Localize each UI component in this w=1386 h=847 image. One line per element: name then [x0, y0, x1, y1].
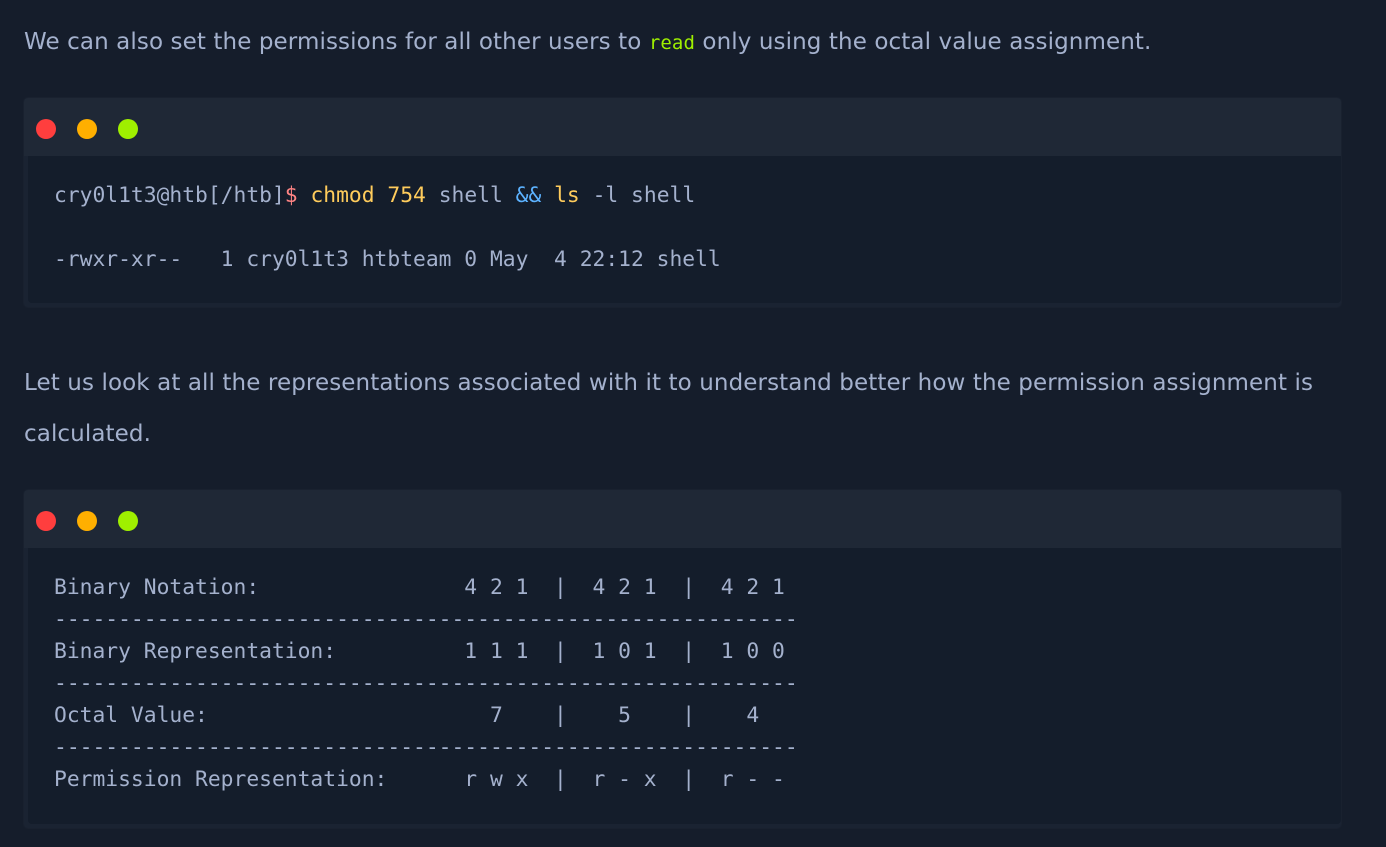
terminal-body: cry0l1t3@htb[/htb]$ chmod 754 shell && l…: [28, 156, 1341, 303]
command-output: -rwxr-xr-- 1 cry0l1t3 htbteam 0 May 4 22…: [54, 247, 721, 272]
table-line-binary-notation: Binary Notation: 4 2 1 | 4 2 1 | 4 2 1: [54, 575, 785, 600]
explanation-paragraph: Let us look at all the representations a…: [24, 370, 1314, 447]
prompt-dollar: $: [284, 183, 298, 208]
table-separator: ----------------------------------------…: [54, 671, 798, 696]
terminal-content: cry0l1t3@htb[/htb]$ chmod 754 shell && l…: [54, 180, 721, 276]
table-line-permission-representation: Permission Representation: r w x | r - x…: [54, 767, 785, 792]
intro-text-before: We can also set the permissions for all …: [24, 29, 649, 55]
table-separator: ----------------------------------------…: [54, 607, 798, 632]
window-close-dot-icon: [36, 119, 56, 139]
intro-text-after: only using the octal value assignment.: [694, 29, 1152, 55]
command-line: cry0l1t3@htb[/htb]$ chmod 754 shell && l…: [54, 183, 695, 208]
intro-paragraph: We can also set the permissions for all …: [24, 17, 1324, 69]
window-minimize-dot-icon: [77, 119, 97, 139]
table-line-octal-value: Octal Value: 7 | 5 | 4: [54, 703, 760, 728]
window-close-dot-icon: [36, 511, 56, 531]
window-minimize-dot-icon: [77, 511, 97, 531]
terminal-body: Binary Notation: 4 2 1 | 4 2 1 | 4 2 1 -…: [28, 548, 1341, 824]
command-arg-shell: shell: [438, 183, 503, 208]
inline-code-read: read: [648, 32, 695, 54]
terminal-block-permission-table: Binary Notation: 4 2 1 | 4 2 1 | 4 2 1 -…: [24, 490, 1341, 828]
table-separator: ----------------------------------------…: [54, 735, 798, 760]
command-chmod: chmod: [310, 183, 375, 208]
command-mode-value: 754: [387, 183, 426, 208]
window-maximize-dot-icon: [118, 511, 138, 531]
command-ls: ls: [554, 183, 580, 208]
terminal-block-chmod: cry0l1t3@htb[/htb]$ chmod 754 shell && l…: [24, 98, 1341, 307]
table-line-binary-representation: Binary Representation: 1 1 1 | 1 0 1 | 1…: [54, 639, 785, 664]
terminal-titlebar: [24, 490, 1341, 548]
permission-table: Binary Notation: 4 2 1 | 4 2 1 | 4 2 1 -…: [54, 572, 798, 796]
command-and-operator: &&: [515, 183, 542, 208]
terminal-titlebar: [24, 98, 1341, 156]
window-maximize-dot-icon: [118, 119, 138, 139]
shell-prompt: cry0l1t3@htb[/htb]: [54, 183, 285, 208]
command-ls-args: -l shell: [592, 183, 696, 208]
